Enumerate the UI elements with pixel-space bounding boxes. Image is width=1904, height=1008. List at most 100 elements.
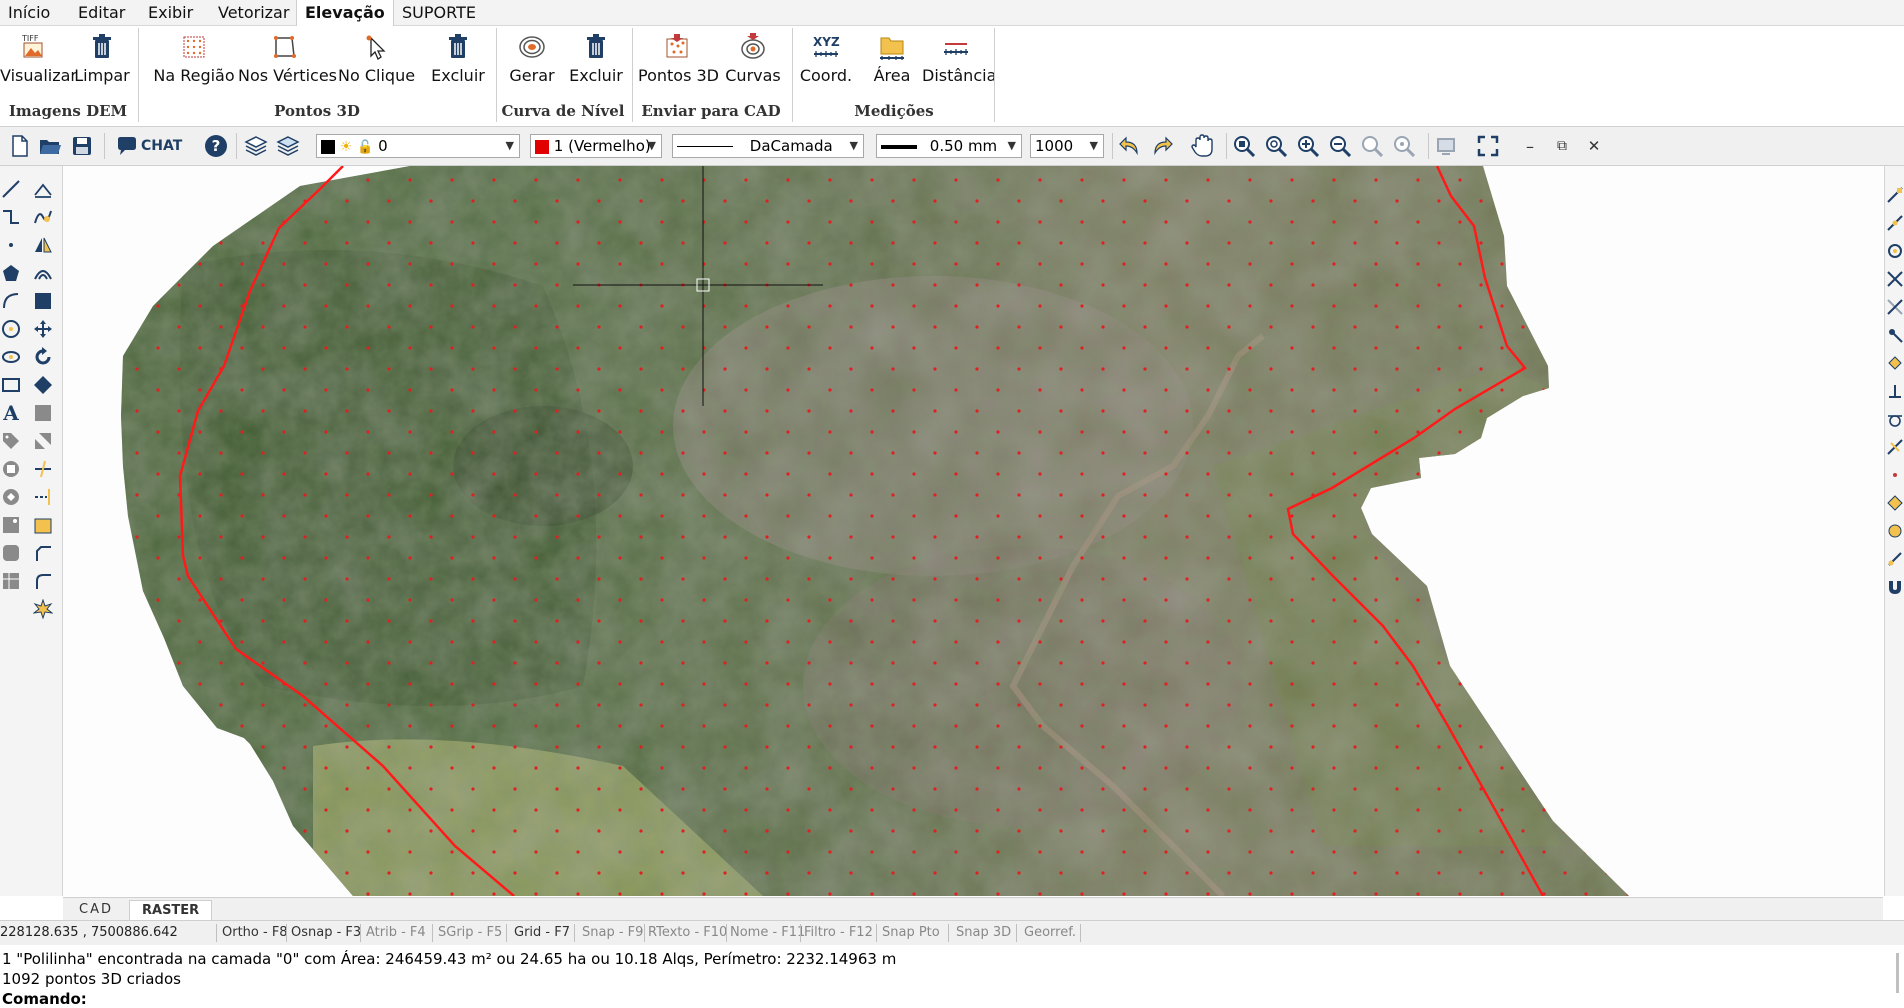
rectangle-tool[interactable]: [0, 374, 22, 396]
fillet-tool[interactable]: [32, 570, 54, 592]
toggle-nome[interactable]: Nome - F11: [730, 925, 805, 940]
snap-insert-tool[interactable]: [1885, 464, 1904, 486]
explode-area-tool[interactable]: [32, 514, 54, 536]
menu-tab-editar[interactable]: Editar: [70, 0, 133, 25]
excluir-pontos-button[interactable]: Excluir: [428, 30, 488, 86]
enviar-pontos-3d-button[interactable]: Pontos 3D: [638, 30, 719, 86]
zoom-previous-button[interactable]: [1360, 134, 1384, 158]
snap-magnet-tool[interactable]: [1885, 576, 1904, 598]
color-select[interactable]: 1 (Vermelho) ▼: [530, 134, 662, 158]
offset-tool[interactable]: [32, 262, 54, 284]
snap-endpoint-tool[interactable]: [1885, 184, 1904, 206]
block-tool[interactable]: [32, 290, 54, 312]
toggle-snap[interactable]: Snap - F9: [582, 925, 643, 940]
snap-intersection-tool[interactable]: [1885, 268, 1904, 290]
explode-tool[interactable]: [32, 598, 54, 620]
table-tool[interactable]: [0, 570, 22, 592]
snap-extension-tool[interactable]: [1885, 520, 1904, 542]
wblock-tool[interactable]: [0, 486, 22, 508]
tag-tool[interactable]: [0, 430, 22, 452]
toggle-snap-3d[interactable]: Snap 3D: [956, 925, 1011, 940]
toggle-sgrip[interactable]: SGrip - F5: [438, 925, 502, 940]
snap-parallel-tool[interactable]: [1885, 492, 1904, 514]
circle-tool[interactable]: [0, 318, 22, 340]
mirror-tool[interactable]: [32, 234, 54, 256]
redo-button[interactable]: [1150, 134, 1174, 158]
snap-nearest-tool[interactable]: [1885, 436, 1904, 458]
point-tool[interactable]: [0, 234, 22, 256]
chamfer-tool[interactable]: [32, 542, 54, 564]
command-prompt[interactable]: Comando:: [2, 990, 87, 1008]
layer-manager-button[interactable]: [244, 134, 268, 158]
layer-state-button[interactable]: [276, 134, 300, 158]
linetype-select[interactable]: DaCamada ▼: [672, 134, 864, 158]
command-console[interactable]: 1 "Polilinha" encontrada na camada "0" c…: [0, 945, 1904, 1008]
excluir-curvas-button[interactable]: Excluir: [566, 30, 626, 86]
rotate-tool[interactable]: [32, 346, 54, 368]
area-button[interactable]: Área: [864, 30, 920, 86]
pan-button[interactable]: [1190, 134, 1214, 158]
menu-tab-exibir[interactable]: Exibir: [140, 0, 201, 25]
draw-line-tool[interactable]: [0, 178, 22, 200]
minimize-drawing-button[interactable]: –: [1518, 134, 1542, 158]
pontos-no-clique-button[interactable]: No Clique: [338, 30, 415, 86]
menu-tab-vetorizar[interactable]: Vetorizar: [210, 0, 297, 25]
toggle-ortho[interactable]: Ortho - F8: [222, 925, 288, 940]
toggle-filtro[interactable]: Filtro - F12: [804, 925, 873, 940]
snap-node-tool[interactable]: [1885, 324, 1904, 346]
zoom-in-button[interactable]: [1296, 134, 1320, 158]
spline-tool[interactable]: [32, 206, 54, 228]
regen-button[interactable]: [1434, 134, 1458, 158]
text-tool[interactable]: A: [0, 401, 22, 425]
gerar-curvas-button[interactable]: Gerar: [504, 30, 560, 86]
multiline-tool[interactable]: [32, 178, 54, 200]
tab-raster[interactable]: RASTER: [129, 900, 213, 921]
scale-select[interactable]: 1000 ▼: [1030, 134, 1104, 158]
coord-button[interactable]: XYZ Coord.: [798, 30, 854, 86]
toggle-grid[interactable]: Grid - F7: [514, 925, 570, 940]
move-tool[interactable]: [32, 318, 54, 340]
visualizar-dem-button[interactable]: TIFF Visualizar: [0, 30, 77, 86]
close-drawing-button[interactable]: ✕: [1582, 134, 1606, 158]
zoom-window-button[interactable]: [1264, 134, 1288, 158]
limpar-dem-button[interactable]: Limpar: [74, 30, 130, 86]
stretch-tool[interactable]: [32, 374, 54, 396]
image-tool[interactable]: [0, 514, 22, 536]
extend-tool[interactable]: [32, 486, 54, 508]
enviar-curvas-button[interactable]: Curvas: [722, 30, 784, 86]
toggle-georref[interactable]: Georref.: [1024, 925, 1076, 940]
layer-select[interactable]: ☀ 🔓 0 ▼: [316, 134, 520, 158]
menu-tab-suporte[interactable]: SUPORTE: [394, 0, 484, 25]
snap-perpendicular-tool[interactable]: [1885, 380, 1904, 402]
insert-block-tool[interactable]: [0, 458, 22, 480]
menu-tab-elevacao[interactable]: Elevação: [296, 0, 394, 27]
toggle-snap-pto[interactable]: Snap Pto: [882, 925, 940, 940]
arc-tool[interactable]: [0, 290, 22, 312]
snap-apparent-tool[interactable]: [1885, 296, 1904, 318]
toggle-osnap[interactable]: Osnap - F3: [291, 925, 361, 940]
snap-track-tool[interactable]: [1885, 548, 1904, 570]
save-file-button[interactable]: [70, 134, 94, 158]
chat-button[interactable]: CHAT: [116, 134, 186, 158]
snap-midpoint-tool[interactable]: [1885, 212, 1904, 234]
menu-tab-inicio[interactable]: Início: [0, 0, 58, 25]
snap-center-tool[interactable]: [1885, 240, 1904, 262]
help-button[interactable]: ?: [204, 134, 228, 158]
pontos-na-regiao-button[interactable]: Na Região: [152, 30, 236, 86]
polyline-tool[interactable]: [0, 206, 22, 228]
toggle-atrib[interactable]: Atrib - F4: [366, 925, 426, 940]
ellipse-tool[interactable]: [0, 346, 22, 368]
snap-quadrant-tool[interactable]: [1885, 352, 1904, 374]
restore-drawing-button[interactable]: ⧉: [1550, 134, 1574, 158]
snap-tangent-tool[interactable]: [1885, 408, 1904, 430]
undo-button[interactable]: [1118, 134, 1142, 158]
scale-tool[interactable]: [32, 430, 54, 452]
tab-cad[interactable]: CAD: [67, 900, 125, 920]
console-scrollbar[interactable]: [1896, 953, 1899, 993]
region-tool[interactable]: [0, 542, 22, 564]
fullscreen-button[interactable]: [1476, 134, 1500, 158]
zoom-realtime-button[interactable]: [1392, 134, 1416, 158]
new-file-button[interactable]: [8, 134, 32, 158]
lineweight-select[interactable]: 0.50 mm ▼: [876, 134, 1022, 158]
hatch-tool[interactable]: [32, 402, 54, 424]
